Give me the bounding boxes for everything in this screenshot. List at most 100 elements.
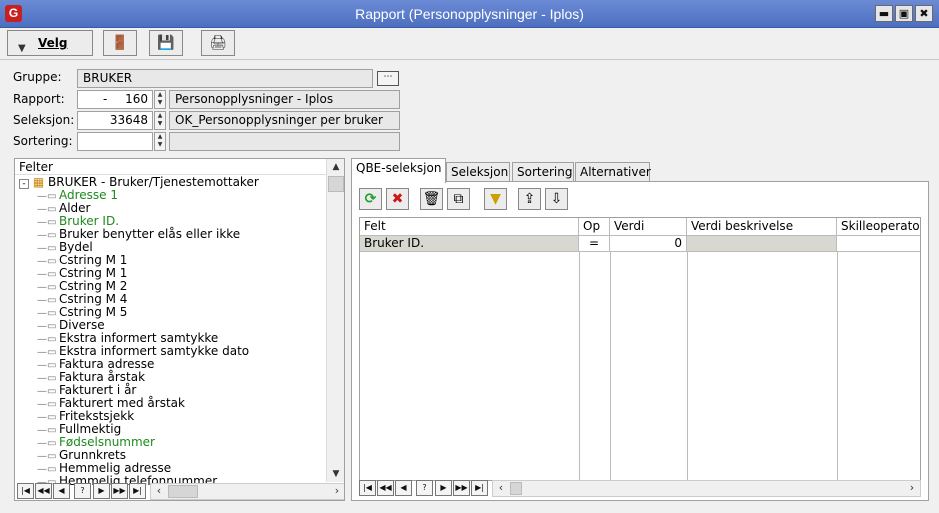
nav-next-page-button[interactable]: ▶▶	[111, 483, 128, 499]
import-button[interactable]: ⇪	[518, 188, 541, 210]
velg-label: Velg	[38, 36, 68, 50]
red-x-icon: ✖	[391, 191, 404, 207]
tree-vertical-scrollbar[interactable]: ▲ ▼	[326, 159, 344, 482]
table-cell-skille[interactable]	[837, 236, 920, 252]
rapport-prefix: -	[103, 92, 108, 106]
tree-item-label: Hemmelig adresse	[59, 461, 172, 475]
table-cell-verdi[interactable]: 0	[610, 236, 687, 252]
tree-item-label: Bydel	[59, 240, 93, 254]
title-bar: G Rapport (Personopplysninger - Iplos) ▬…	[0, 0, 939, 28]
rapport-spinner[interactable]: ▲ ▼	[154, 90, 166, 109]
maximize-button[interactable]: ▣	[895, 5, 913, 22]
grid-nav-bar: |◀ ◀◀ ◀ ? ▶ ▶▶ ▶| ‹ ›	[359, 480, 921, 497]
rapport-label: Rapport:	[13, 92, 65, 106]
export-button[interactable]: ⇩	[545, 188, 568, 210]
tree-item-label: Fritekstsjekk	[59, 409, 135, 423]
rapport-number-field[interactable]: - 160	[77, 90, 153, 109]
grid-horizontal-scrollbar[interactable]: ‹ ›	[492, 480, 921, 497]
col-header-op[interactable]: Op	[579, 218, 610, 236]
sortering-spinner[interactable]: ▲ ▼	[154, 132, 166, 151]
delete-x-button[interactable]: ✖	[386, 188, 409, 210]
import-icon: ⇪	[523, 191, 536, 207]
tree-item-label: Fakturert i år	[59, 383, 137, 397]
refresh-icon: ⟳	[364, 191, 377, 207]
copy-button[interactable]: ⧉	[447, 188, 470, 210]
nav-last-button[interactable]: ▶|	[129, 483, 146, 499]
scroll-thumb[interactable]	[328, 176, 344, 192]
grid-nav-prev-button[interactable]: ◀	[395, 480, 412, 496]
exit-door-button[interactable]: 🚪	[103, 30, 137, 56]
qbe-panel: ⟳ ✖ 🗑 ⧉ ▼ ⇪ ⇩ Felt Op Verdi Verdi beskri…	[351, 181, 929, 501]
save-disk-icon: 💾	[157, 35, 175, 51]
col-header-skilleoperator[interactable]: Skilleoperator	[837, 218, 920, 236]
dropdown-arrow-icon: ▼	[18, 43, 26, 54]
tree-item-label: Fødselsnummer	[59, 435, 155, 449]
table-cell-beskrivelse[interactable]	[687, 236, 837, 252]
tree-horizontal-scrollbar[interactable]: ‹ ›	[150, 483, 344, 500]
gruppe-label: Gruppe:	[13, 70, 62, 84]
grid-nav-next-page-button[interactable]: ▶▶	[453, 480, 470, 496]
trash-button[interactable]: 🗑	[420, 188, 443, 210]
toolbar: ▼ Velg 🚪 💾 🖨	[0, 28, 939, 60]
nav-next-button[interactable]: ▶	[93, 483, 110, 499]
tab-qbe-seleksjon[interactable]: QBE-seleksjon	[351, 158, 446, 183]
col-header-verdi[interactable]: Verdi	[610, 218, 687, 236]
tab-sortering[interactable]: Sortering	[512, 162, 574, 182]
print-button[interactable]: 🖨	[201, 30, 235, 56]
tree-item-label: Bruker ID.	[59, 214, 120, 228]
nav-prev-page-button[interactable]: ◀◀	[35, 483, 52, 499]
nav-first-button[interactable]: |◀	[17, 483, 34, 499]
column-divider	[687, 252, 688, 480]
criteria-grid[interactable]: Felt Op Verdi Verdi beskrivelse Skilleop…	[359, 217, 921, 481]
seleksjon-spinner[interactable]: ▲ ▼	[154, 111, 166, 130]
filter-button[interactable]: ▼	[484, 188, 507, 210]
table-cell-op[interactable]: =	[579, 236, 610, 252]
tab-alternativer[interactable]: Alternativer	[575, 162, 651, 182]
gruppe-field[interactable]: BRUKER	[77, 69, 373, 88]
col-header-verdi-beskrivelse[interactable]: Verdi beskrivelse	[687, 218, 837, 236]
minimize-button[interactable]: ▬	[875, 5, 893, 22]
tree-item-label: Faktura årstak	[59, 370, 146, 384]
scroll-down-icon[interactable]: ▼	[328, 466, 344, 482]
export-icon: ⇩	[550, 191, 563, 207]
tree-root-node[interactable]: - ▦ BRUKER - Bruker/Tjenestemottaker	[19, 176, 259, 189]
save-button[interactable]: 💾	[149, 30, 183, 56]
tree-item-label: Ekstra informert samtykke	[59, 331, 219, 345]
scroll-up-icon[interactable]: ▲	[328, 159, 344, 175]
tree-item-label: Ekstra informert samtykke dato	[59, 344, 250, 358]
seleksjon-number-field[interactable]: 33648	[77, 111, 153, 130]
scroll-left-icon[interactable]: ‹	[151, 484, 167, 499]
grid-nav-help-button[interactable]: ?	[416, 480, 433, 496]
scroll-right-icon[interactable]: ›	[904, 481, 920, 496]
col-header-felt[interactable]: Felt	[360, 218, 579, 236]
grid-nav-last-button[interactable]: ▶|	[471, 480, 488, 496]
nav-help-button[interactable]: ?	[74, 483, 91, 499]
tree-item-label: Fakturert med årstak	[59, 396, 185, 410]
grid-nav-prev-page-button[interactable]: ◀◀	[377, 480, 394, 496]
sortering-number-field[interactable]	[77, 132, 153, 151]
grid-nav-first-button[interactable]: |◀	[359, 480, 376, 496]
tab-seleksjon[interactable]: Seleksjon	[446, 162, 510, 182]
copy-icon: ⧉	[453, 191, 464, 207]
close-button[interactable]: ✖	[915, 5, 933, 22]
scroll-left-icon[interactable]: ‹	[493, 481, 509, 496]
hscroll-thumb[interactable]	[510, 482, 522, 495]
filter-funnel-icon: ▼	[490, 191, 501, 207]
table-cell-felt[interactable]: Bruker ID.	[360, 236, 579, 252]
rapport-name-field: Personopplysninger - Iplos	[169, 90, 400, 109]
hscroll-thumb[interactable]	[168, 485, 198, 498]
collapse-minus-icon[interactable]: -	[19, 179, 29, 189]
gruppe-lookup-button[interactable]: ⋯	[377, 71, 399, 86]
seleksjon-name-field: OK_Personopplysninger per bruker	[169, 111, 400, 130]
velg-button[interactable]: ▼ Velg	[7, 30, 93, 56]
trash-icon: 🗑	[422, 191, 441, 207]
tree-item-label: Grunnkrets	[59, 448, 127, 462]
scroll-right-icon[interactable]: ›	[329, 484, 344, 499]
tree-nav-bar: |◀ ◀◀ ◀ ? ▶ ▶▶ ▶| ‹ ›	[17, 483, 344, 500]
grid-nav-next-button[interactable]: ▶	[435, 480, 452, 496]
refresh-button[interactable]: ⟳	[359, 188, 382, 210]
fields-tree[interactable]: Felter - ▦ BRUKER - Bruker/Tjenestemotta…	[14, 158, 345, 501]
table-cylinder-icon: ▦	[32, 175, 45, 189]
nav-prev-button[interactable]: ◀	[53, 483, 70, 499]
column-divider	[837, 252, 838, 480]
